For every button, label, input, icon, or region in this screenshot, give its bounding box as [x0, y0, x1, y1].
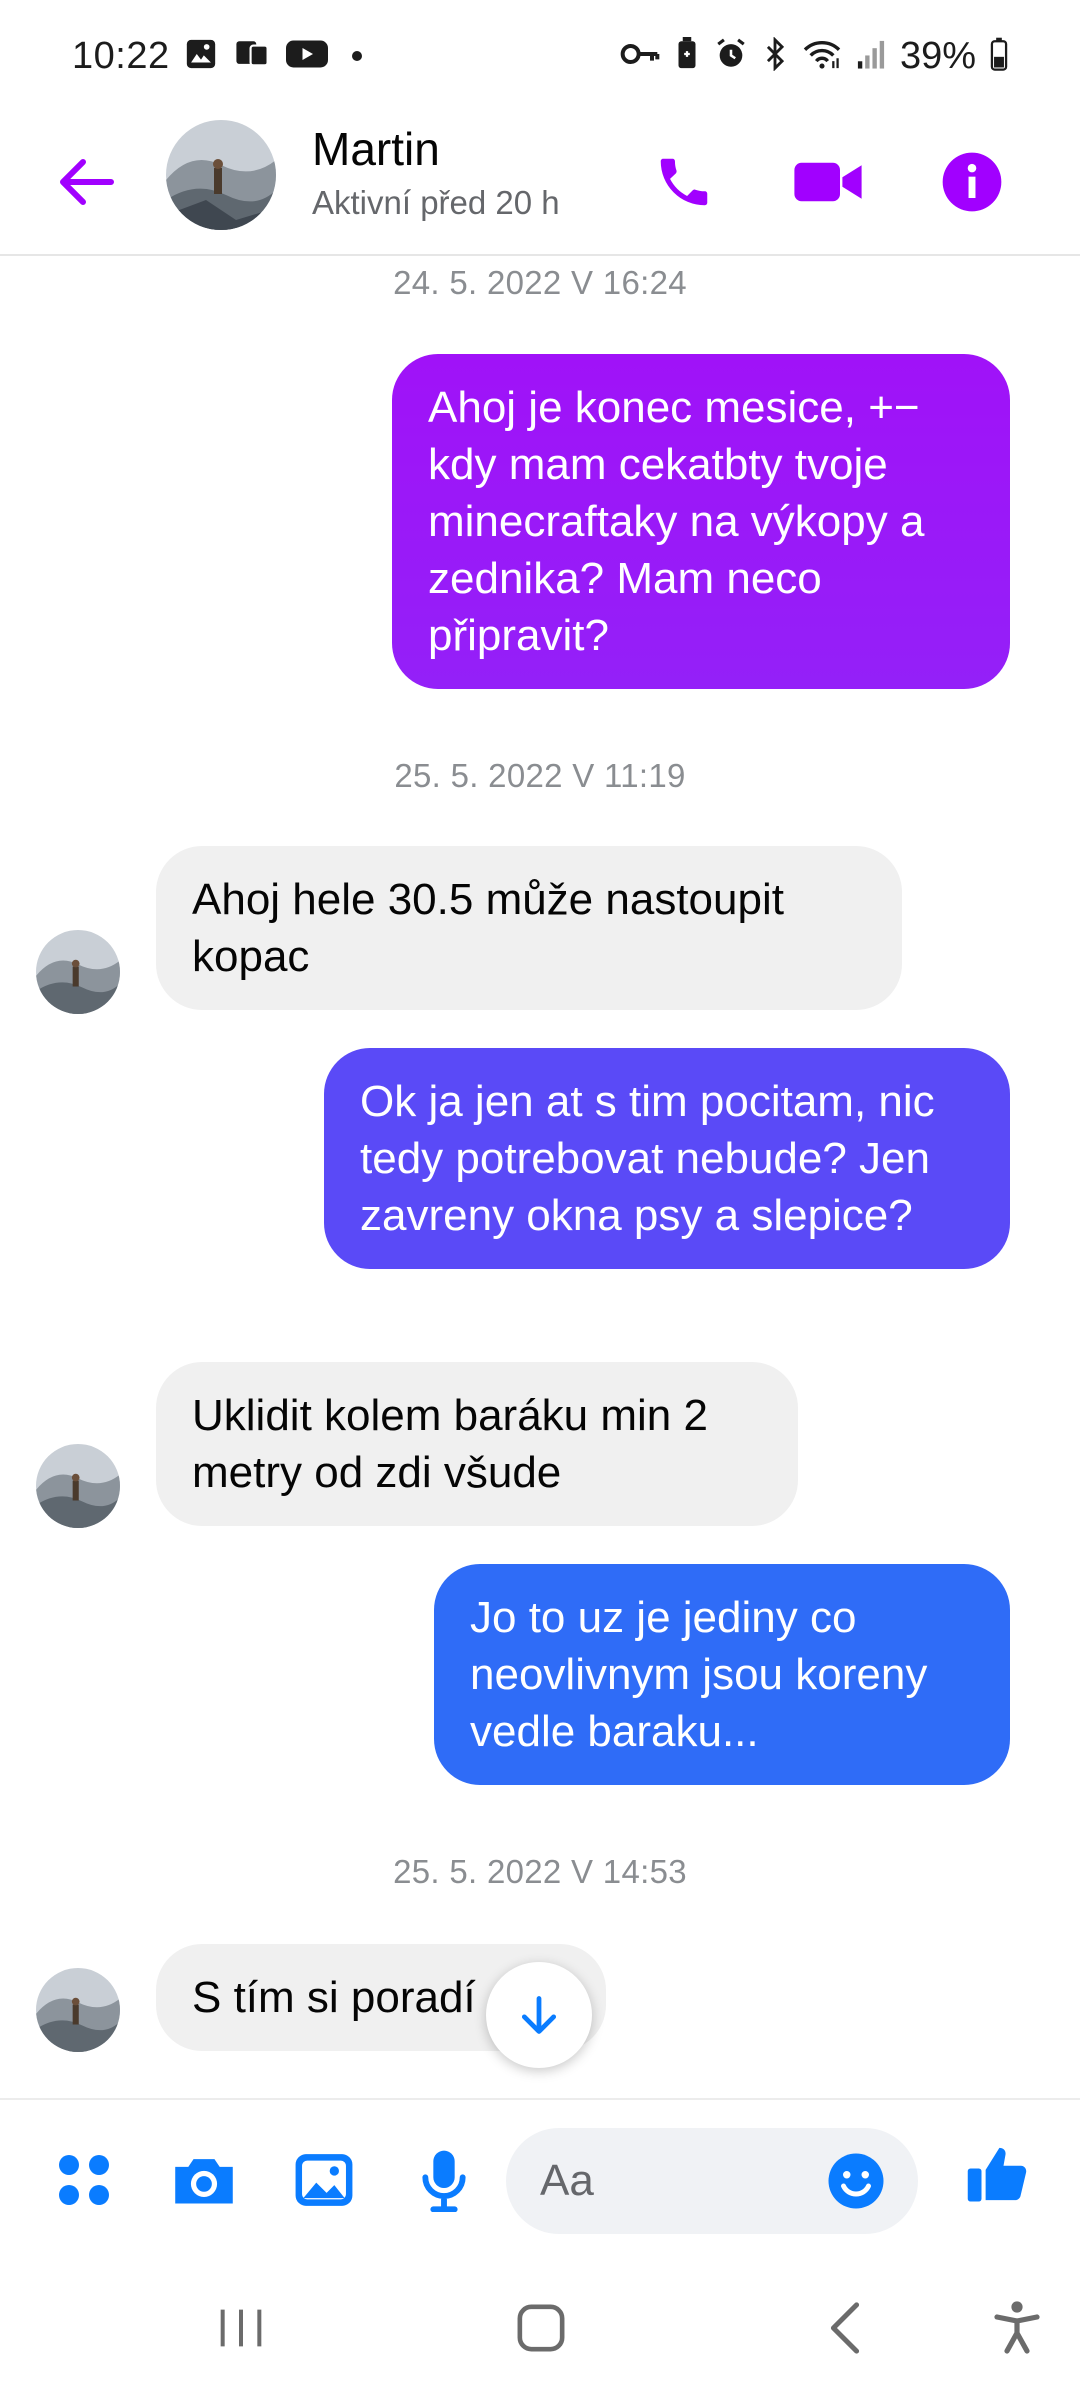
sender-avatar[interactable] — [36, 930, 120, 1014]
video-call-button[interactable] — [778, 132, 878, 232]
system-navigation-bar — [0, 2258, 1080, 2400]
incoming-message[interactable]: Ahoj hele 30.5 může nastoupit kopac — [156, 846, 902, 1010]
outgoing-message[interactable]: Jo to uz je jediny co neovlivnym jsou ko… — [434, 1564, 1010, 1785]
emoji-icon — [828, 2153, 884, 2209]
voice-message-button[interactable] — [404, 2140, 484, 2220]
timestamp: 25. 5. 2022 V 11:19 — [394, 757, 686, 794]
like-button[interactable] — [958, 2134, 1038, 2214]
youtube-icon — [285, 38, 328, 75]
arrow-down-icon — [521, 1996, 557, 2034]
timestamp: 25. 5. 2022 V 14:53 — [393, 1853, 687, 1890]
message-composer: Aa — [0, 2098, 1080, 2258]
microphone-icon — [422, 2150, 466, 2212]
gallery-button[interactable] — [284, 2140, 364, 2220]
notification-dot-icon — [351, 51, 362, 61]
vpn-key-icon — [620, 39, 660, 74]
info-icon — [942, 152, 1002, 212]
outgoing-message[interactable]: Ok ja jen at s tim pocitam, nic tedy pot… — [324, 1048, 1010, 1269]
accessibility-icon — [994, 2301, 1040, 2354]
contact-name[interactable]: Martin — [312, 122, 440, 176]
home-button[interactable] — [486, 2278, 596, 2378]
incoming-message[interactable]: Uklidit kolem baráku min 2 metry od zdi … — [156, 1362, 798, 1526]
wifi-icon — [802, 37, 842, 76]
battery-icon — [990, 37, 1008, 76]
gallery-icon — [184, 37, 218, 76]
scroll-to-bottom-button[interactable] — [486, 1962, 592, 2068]
camera-button[interactable] — [164, 2140, 244, 2220]
signal-icon — [856, 38, 886, 75]
messenger-screen: 10:22 39% Martin Aktivní před 20 h 24. 5… — [0, 0, 1080, 2400]
audio-call-button[interactable] — [634, 132, 734, 232]
battery-saver-icon — [674, 36, 700, 76]
gallery-icon — [295, 2154, 353, 2206]
phone-icon — [660, 158, 708, 206]
outgoing-message[interactable]: Ahoj je konec mesice, +− kdy mam cekatbt… — [392, 354, 1010, 689]
contact-status: Aktivní před 20 h — [312, 184, 560, 221]
status-right: 39% — [620, 35, 1008, 78]
back-nav-button[interactable] — [790, 2278, 900, 2378]
battery-percent: 39% — [899, 34, 976, 77]
message-input-placeholder: Aa — [540, 2156, 594, 2205]
thumbs-up-icon — [967, 2147, 1027, 2202]
status-left: 10:22 — [72, 35, 362, 78]
emoji-button[interactable] — [816, 2141, 896, 2221]
status-time: 10:22 — [72, 34, 170, 77]
more-actions-button[interactable] — [44, 2140, 124, 2220]
recents-icon — [220, 2309, 262, 2347]
menu-grid-icon — [59, 2155, 109, 2205]
back-icon — [830, 2302, 860, 2354]
sender-avatar[interactable] — [36, 1444, 120, 1528]
bluetooth-icon — [762, 35, 788, 76]
timestamp: 24. 5. 2022 V 16:24 — [393, 264, 687, 301]
info-button[interactable] — [922, 132, 1022, 232]
chat-header: Martin Aktivní před 20 h — [0, 112, 1080, 256]
back-button[interactable] — [50, 142, 120, 222]
video-camera-icon — [794, 162, 862, 202]
home-icon — [517, 2304, 565, 2352]
arrow-left-icon — [60, 159, 114, 205]
cast-icon — [232, 37, 272, 76]
contact-avatar[interactable] — [166, 120, 276, 230]
message-input[interactable]: Aa — [506, 2128, 918, 2234]
status-bar: 10:22 39% — [0, 0, 1080, 112]
camera-icon — [175, 2159, 233, 2204]
sender-avatar[interactable] — [36, 1968, 120, 2052]
recents-button[interactable] — [186, 2278, 296, 2378]
accessibility-button[interactable] — [962, 2278, 1072, 2378]
alarm-icon — [714, 37, 748, 76]
